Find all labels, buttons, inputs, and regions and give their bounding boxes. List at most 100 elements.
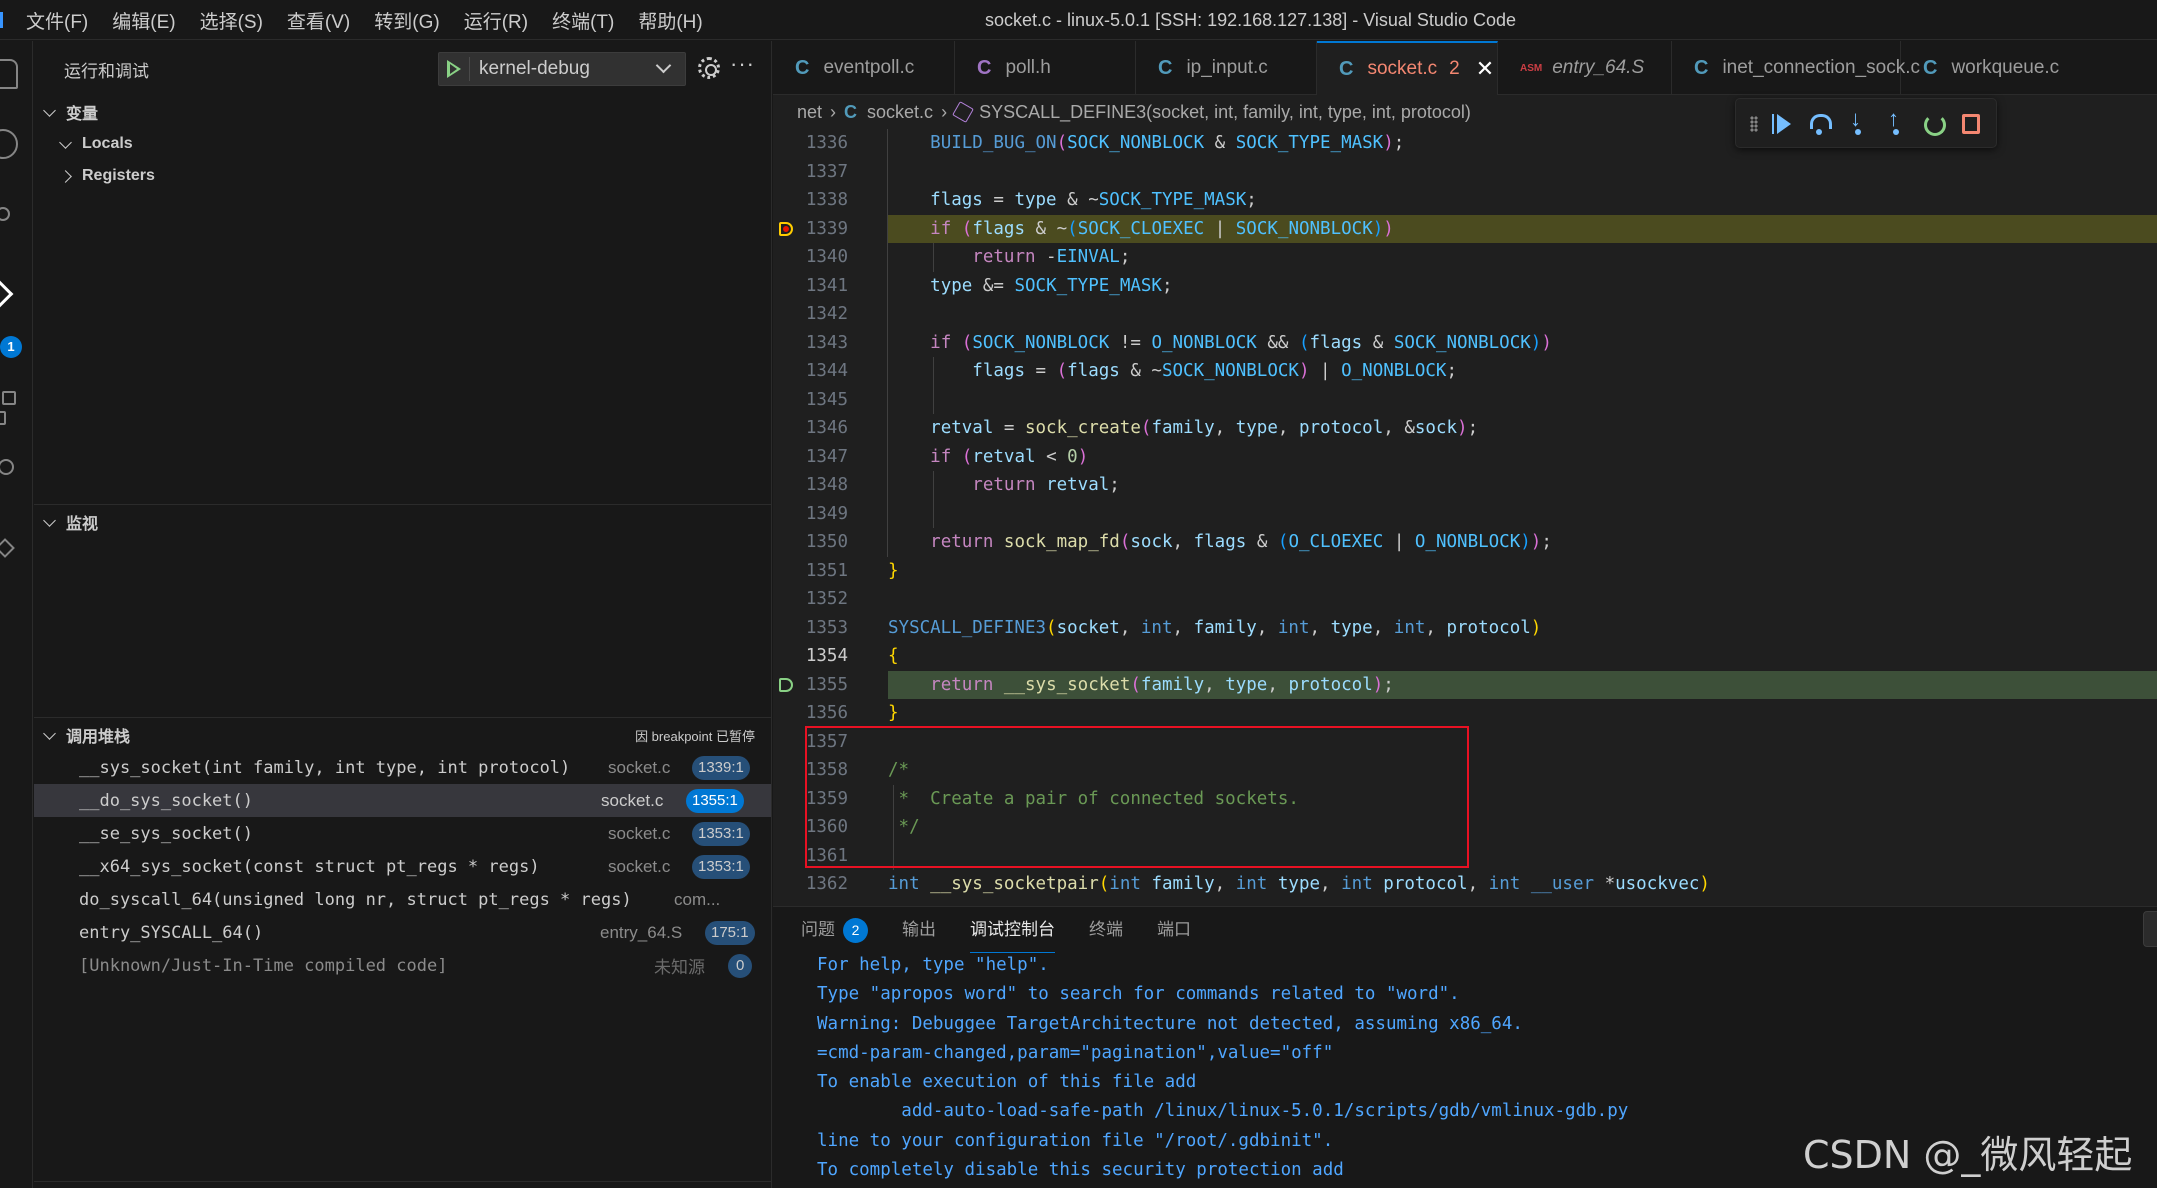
remote-explorer-icon[interactable] (0, 459, 14, 475)
restart-icon[interactable] (1922, 112, 1946, 136)
code-line-stack-frame[interactable]: 1355 return __sys_socket(family, type, p… (773, 670, 2157, 699)
scope-locals[interactable]: Locals (34, 129, 771, 159)
chevron-down-icon[interactable] (655, 57, 672, 74)
code-line[interactable]: 1349 (773, 500, 2157, 529)
menu-file[interactable]: 文件(F) (26, 7, 88, 34)
code-line[interactable]: 1338 flags = type & ~SOCK_TYPE_MASK; (773, 186, 2157, 215)
code-line[interactable]: 1345 (773, 386, 2157, 415)
code-line[interactable]: 1342 (773, 300, 2157, 329)
panel-tabs: 问题 2 输出 调试控制台 终端 端口 (801, 907, 1225, 953)
stack-frame[interactable]: __se_sys_socket() socket.c 1353:1 (34, 817, 771, 850)
code-text: if (flags & ~(SOCK_CLOEXEC | SOCK_NONBLO… (930, 218, 1394, 239)
stack-frame[interactable]: [Unknown/Just-In-Time compiled code] 未知源… (34, 949, 771, 982)
callstack-section-header[interactable]: 调用堆栈 因 breakpoint 已暂停 (34, 720, 771, 750)
code-line[interactable]: 1340 return -EINVAL; (773, 243, 2157, 272)
console-line: For help, type "help". (817, 955, 1049, 975)
more-actions-icon[interactable]: ··· (730, 51, 755, 77)
testing-icon[interactable] (0, 538, 15, 558)
tab-problems[interactable]: 问题 2 (801, 907, 868, 953)
line-number: 1340 (805, 247, 848, 267)
c-file-icon: C (1158, 56, 1173, 79)
drag-grip-icon[interactable] (1750, 116, 1758, 132)
code-line[interactable]: 1343 if (SOCK_NONBLOCK != O_NONBLOCK && … (773, 329, 2157, 358)
breadcrumb-folder[interactable]: net (797, 102, 822, 123)
tab-poll[interactable]: C poll.h (955, 41, 1136, 95)
line-number: 1338 (805, 190, 848, 210)
code-line[interactable]: 1362 int __sys_socketpair(int family, int… (773, 870, 2157, 899)
tab-workqueue[interactable]: C workqueue.c (1901, 41, 2091, 95)
stop-icon[interactable] (1962, 114, 1980, 134)
source-control-icon[interactable] (0, 207, 10, 221)
code-line-paused[interactable]: 1339 if (flags & ~(SOCK_CLOEXEC | SOCK_N… (773, 214, 2157, 243)
extensions-icon-part (0, 411, 6, 425)
extensions-icon[interactable] (2, 391, 16, 405)
debug-config-select[interactable]: kernel-debug (438, 52, 686, 86)
tab-inet-connection-sock[interactable]: C inet_connection_sock.c (1672, 41, 1920, 95)
frame-line-badge: 1339:1 (692, 755, 750, 780)
menu-view[interactable]: 查看(V) (287, 7, 350, 34)
step-over-icon[interactable] (1808, 112, 1832, 136)
scope-registers[interactable]: Registers (34, 161, 771, 191)
menu-help[interactable]: 帮助(H) (638, 7, 702, 34)
code-line[interactable]: 1346 retval = sock_create(family, type, … (773, 414, 2157, 443)
console-line: Type "apropos word" to search for comman… (817, 984, 1460, 1005)
code-line[interactable]: 1351} (773, 557, 2157, 586)
sidebar-header: 运行和调试 kernel-debug ··· (34, 41, 771, 97)
tab-socket-active[interactable]: C socket.c 2 ✕ (1317, 41, 1498, 95)
step-out-icon[interactable] (1884, 106, 1908, 136)
tab-debug-console[interactable]: 调试控制台 (970, 907, 1055, 953)
code-line[interactable]: 1353 SYSCALL_DEFINE3(socket, int, family,… (773, 614, 2157, 643)
tab-label: entry_64.S (1552, 57, 1645, 78)
tab-terminal[interactable]: 终端 (1089, 907, 1123, 953)
annotation-box (805, 726, 1469, 868)
title-bar: 文件(F) 编辑(E) 选择(S) 查看(V) 转到(G) 运行(R) 终端(T… (0, 0, 2157, 40)
stack-frame[interactable]: __sys_socket(int family, int type, int p… (34, 751, 771, 784)
window-accent (0, 12, 3, 28)
continue-icon[interactable] (1770, 112, 1794, 136)
code-line[interactable]: 1337 (773, 158, 2157, 187)
gear-icon[interactable] (698, 57, 720, 79)
filter-input[interactable] (2143, 911, 2157, 947)
code-line[interactable]: 1350 return sock_map_fd(sock, flags & (O… (773, 528, 2157, 557)
breadcrumb-symbol[interactable]: SYSCALL_DEFINE3(socket, int, family, int… (979, 102, 1471, 123)
menu-go[interactable]: 转到(G) (374, 7, 439, 34)
close-icon[interactable]: ✕ (1476, 56, 1494, 82)
code-line[interactable]: 1341 type &= SOCK_TYPE_MASK; (773, 272, 2157, 301)
variables-section-header[interactable]: 变量 (34, 97, 771, 127)
tab-output[interactable]: 输出 (902, 907, 936, 953)
tab-ports[interactable]: 端口 (1157, 907, 1191, 953)
menu-run[interactable]: 运行(R) (464, 7, 528, 34)
code-line[interactable]: 1348 return retval; (773, 471, 2157, 500)
code-line[interactable]: 1347 if (retval < 0) (773, 443, 2157, 472)
code-line[interactable]: 1352 (773, 585, 2157, 614)
step-into-icon[interactable] (1846, 106, 1870, 136)
code-line[interactable]: 1354 { (773, 642, 2157, 671)
menu-terminal[interactable]: 终端(T) (552, 7, 614, 34)
menu-edit[interactable]: 编辑(E) (112, 7, 175, 34)
chevron-right-icon: › (830, 101, 837, 122)
frame-function: __se_sys_socket() (79, 823, 253, 844)
tab-ip-input[interactable]: C ip_input.c (1136, 41, 1317, 95)
files-icon[interactable] (0, 59, 18, 89)
code-line[interactable]: 1344 flags = (flags & ~SOCK_NONBLOCK) | … (773, 357, 2157, 386)
search-icon[interactable] (0, 129, 18, 159)
watch-title: 监视 (66, 516, 99, 533)
code-editor[interactable]: 1336 BUILD_BUG_ON(SOCK_NONBLOCK & SOCK_T… (773, 129, 2157, 906)
debug-config-name: kernel-debug (479, 58, 590, 79)
scope-label: Locals (82, 135, 133, 152)
stack-frame-selected[interactable]: __do_sys_socket() socket.c 1355:1 (34, 784, 771, 817)
breadcrumb-file[interactable]: socket.c (867, 102, 933, 123)
watch-section-header[interactable]: 监视 (34, 507, 771, 537)
code-line[interactable]: 1356} (773, 699, 2157, 728)
menu-selection[interactable]: 选择(S) (200, 7, 263, 34)
c-file-icon: C (795, 56, 810, 79)
stack-frame[interactable]: do_syscall_64(unsigned long nr, struct p… (34, 883, 771, 916)
tab-entry-64[interactable]: ASM entry_64.S (1498, 41, 1672, 95)
run-debug-icon[interactable] (0, 275, 14, 313)
tab-eventpoll[interactable]: C eventpoll.c (773, 41, 955, 95)
code-text: } (888, 703, 899, 723)
debug-badge: 1 (0, 336, 22, 358)
stack-frame[interactable]: entry_SYSCALL_64() entry_64.S 175:1 (34, 916, 771, 949)
stack-frame[interactable]: __x64_sys_socket(const struct pt_regs * … (34, 850, 771, 883)
frame-line-badge: 1353:1 (692, 854, 750, 879)
